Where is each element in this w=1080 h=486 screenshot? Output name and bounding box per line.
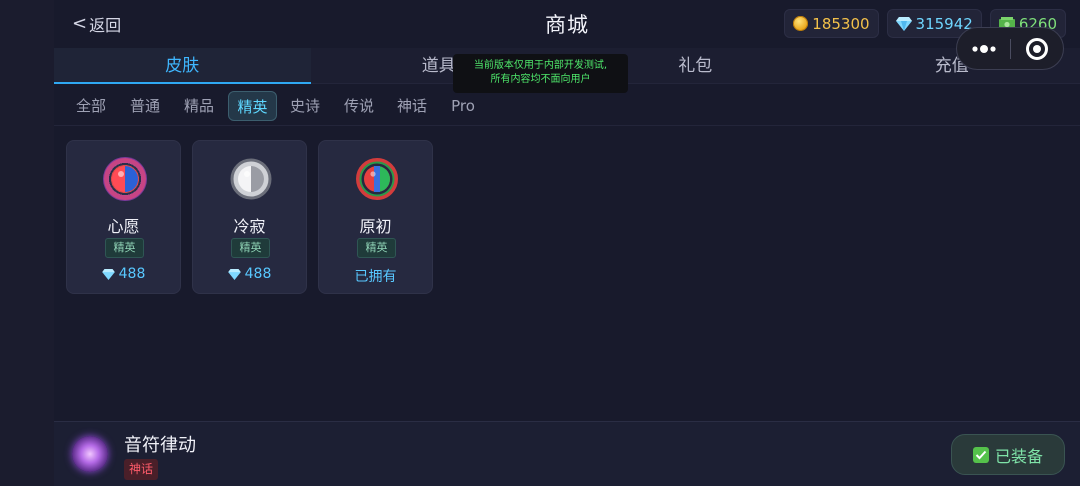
filter-mythic[interactable]: 神话	[391, 91, 433, 121]
skin-card[interactable]: 原初 精英 已拥有	[318, 140, 433, 294]
equipped-skin-icon	[72, 436, 108, 472]
filter-pro[interactable]: Pro	[445, 91, 481, 121]
gold-coin-value: 185300	[812, 14, 870, 33]
equipped-rarity-badge: 神话	[124, 459, 159, 480]
filter-epic[interactable]: 史诗	[284, 91, 326, 121]
skin-name: 心愿	[107, 217, 140, 236]
price-value: 488	[118, 266, 146, 282]
gold-coin-balance[interactable]: 185300	[784, 9, 879, 38]
left-edge-strip	[0, 0, 54, 486]
tab-skins[interactable]: 皮肤	[54, 48, 311, 84]
app-root: < 返回 商城 185300 315942 6260 皮肤 道具 礼包 充值 全…	[0, 0, 1080, 486]
equipped-bar: 音符律动 神话 已装备	[54, 421, 1080, 486]
skin-name: 冷寂	[233, 217, 266, 236]
filter-legend[interactable]: 传说	[338, 91, 380, 121]
skin-silence-icon	[229, 157, 273, 201]
skin-price: 488	[193, 266, 306, 282]
skin-wish-icon	[103, 157, 147, 201]
checkmark-icon	[972, 446, 989, 463]
skin-origin-icon	[355, 157, 399, 201]
gold-coin-icon	[793, 16, 809, 31]
diamond-icon	[101, 268, 115, 280]
skin-card[interactable]: 冷寂 精英 488	[192, 140, 307, 294]
filter-fine[interactable]: 精品	[178, 91, 220, 121]
miniprogram-capsule	[956, 27, 1064, 70]
dev-notice-tooltip: 当前版本仅用于内部开发测试, 所有内容均不面向用户	[453, 54, 628, 93]
skin-name: 原初	[359, 217, 392, 236]
owned-label: 已拥有	[354, 269, 397, 285]
header: < 返回 商城 185300 315942 6260	[54, 0, 1080, 48]
rarity-badge: 精英	[357, 238, 396, 258]
skin-card[interactable]: 心愿 精英 488	[66, 140, 181, 294]
equipped-button[interactable]: 已装备	[951, 434, 1065, 475]
filter-common[interactable]: 普通	[124, 91, 166, 121]
filter-all[interactable]: 全部	[70, 91, 112, 121]
equipped-button-label: 已装备	[994, 446, 1043, 466]
more-dots-icon[interactable]	[957, 28, 1010, 69]
equipped-skin-name: 音符律动	[124, 435, 196, 456]
filter-elite[interactable]: 精英	[228, 91, 277, 121]
target-close-icon[interactable]	[1011, 28, 1063, 69]
price-value: 488	[244, 266, 272, 282]
notice-line-2: 所有内容均不面向用户	[490, 74, 591, 85]
rarity-badge: 精英	[105, 238, 144, 258]
rarity-badge: 精英	[231, 238, 270, 258]
skin-price: 488	[67, 266, 180, 282]
notice-line-1: 当前版本仅用于内部开发测试,	[473, 60, 608, 71]
diamond-icon	[895, 16, 912, 31]
diamond-icon	[227, 268, 241, 280]
